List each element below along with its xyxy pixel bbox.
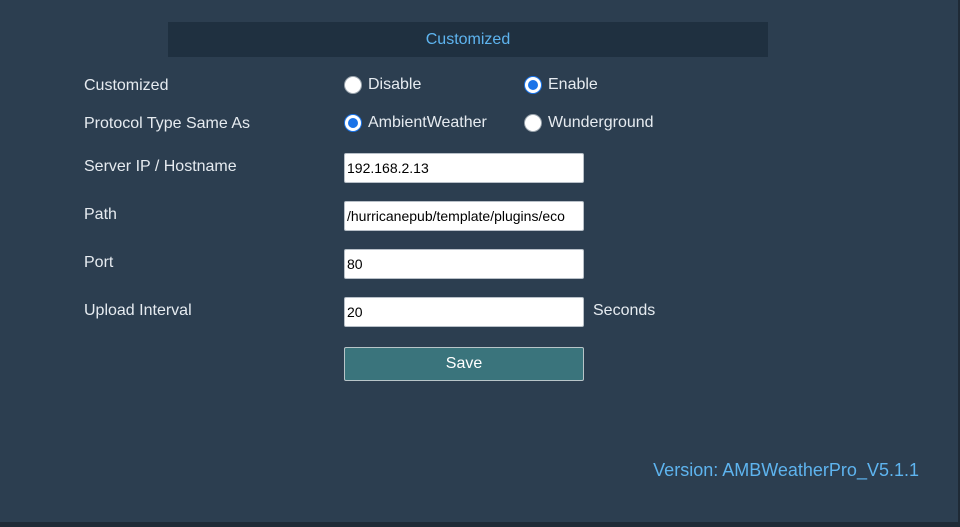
- interval-input[interactable]: [344, 297, 584, 327]
- customized-enable-label: Enable: [548, 76, 598, 93]
- customized-enable-option[interactable]: Enable: [524, 76, 598, 94]
- protocol-wunderground-label: Wunderground: [548, 114, 654, 131]
- section-header: Customized: [168, 22, 768, 57]
- protocol-label: Protocol Type Same As: [84, 115, 251, 132]
- path-label: Path: [84, 206, 117, 223]
- interval-row: Upload Interval Seconds: [84, 297, 884, 327]
- server-input[interactable]: [344, 153, 584, 183]
- port-input[interactable]: [344, 249, 584, 279]
- save-button[interactable]: Save: [344, 347, 584, 381]
- radio-unchecked-icon[interactable]: [344, 76, 362, 94]
- path-input[interactable]: [344, 201, 584, 231]
- customized-label: Customized: [84, 77, 169, 94]
- interval-label: Upload Interval: [84, 302, 192, 319]
- customized-row: Customized Disable Enable: [84, 74, 884, 104]
- customized-disable-label: Disable: [368, 76, 422, 93]
- interval-unit-label: Seconds: [593, 302, 656, 319]
- server-label: Server IP / Hostname: [84, 158, 237, 175]
- protocol-ambientweather-label: AmbientWeather: [368, 114, 487, 131]
- version-label: Version: AMBWeatherPro_V5.1.1: [653, 460, 919, 480]
- radio-unchecked-icon[interactable]: [524, 114, 542, 132]
- port-row: Port: [84, 249, 884, 279]
- customized-disable-option[interactable]: Disable: [344, 76, 421, 94]
- radio-checked-icon[interactable]: [344, 114, 362, 132]
- protocol-row: Protocol Type Same As AmbientWeather Wun…: [84, 112, 884, 142]
- settings-page: Customized Customized Disable Enable Pro…: [0, 0, 960, 527]
- radio-checked-icon[interactable]: [524, 76, 542, 94]
- protocol-wunderground-option[interactable]: Wunderground: [524, 114, 654, 132]
- port-label: Port: [84, 254, 114, 271]
- path-row: Path: [84, 201, 884, 231]
- protocol-ambientweather-option[interactable]: AmbientWeather: [344, 114, 487, 132]
- server-row: Server IP / Hostname: [84, 153, 884, 183]
